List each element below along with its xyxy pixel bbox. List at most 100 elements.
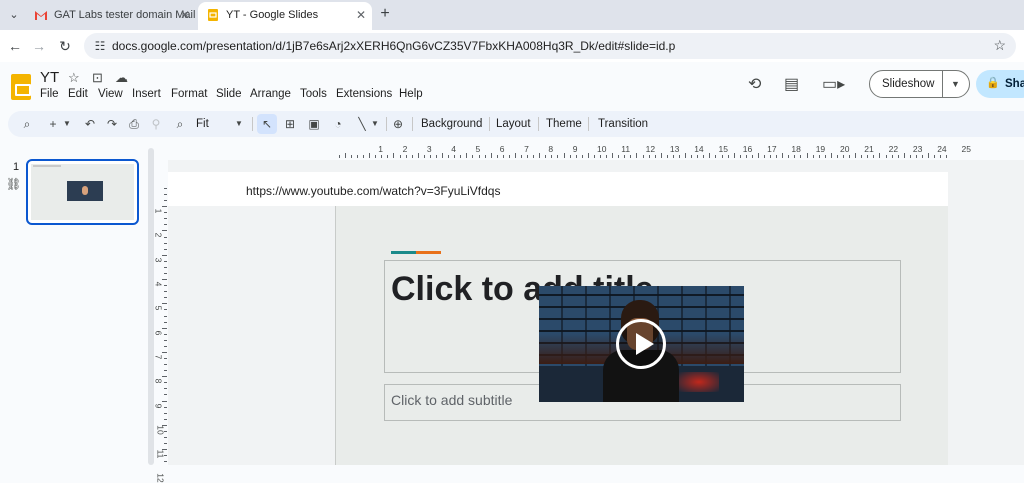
undo-icon[interactable]: ↶: [82, 111, 98, 137]
subtitle-placeholder-text: Click to add subtitle: [391, 392, 513, 408]
play-icon[interactable]: [616, 319, 666, 369]
menu-extensions[interactable]: Extensions: [336, 88, 392, 100]
chevron-down-icon[interactable]: ▼: [951, 71, 960, 97]
print-icon[interactable]: ⎙: [126, 111, 142, 137]
ruler-label: 11: [621, 144, 631, 154]
zoom-icon[interactable]: ⌕: [172, 111, 188, 137]
ruler-tick: [867, 155, 869, 158]
ruler-tick: [164, 194, 167, 195]
ruler-label: 4: [451, 144, 456, 154]
document-title[interactable]: YT: [40, 69, 59, 86]
ruler-tick: [164, 388, 167, 390]
slide-thumbnail[interactable]: [26, 159, 139, 225]
select-cursor-icon[interactable]: ↖: [257, 114, 277, 134]
meet-camera-icon[interactable]: ▭▸: [822, 74, 845, 94]
search-menus-icon[interactable]: ⌕: [18, 111, 36, 137]
cloud-status-icon[interactable]: ☁: [115, 70, 128, 86]
share-button[interactable]: 🔒 Sha: [976, 70, 1024, 98]
chevron-down-icon[interactable]: ▼: [370, 111, 380, 137]
ruler-tick: [405, 155, 407, 158]
paint-format-icon[interactable]: ⚲: [148, 111, 164, 137]
slide-number: 1: [13, 161, 20, 173]
bookmark-star-icon[interactable]: ☆: [993, 37, 1006, 54]
menu-arrange[interactable]: Arrange: [250, 88, 291, 100]
ruler-tick: [794, 155, 796, 158]
line-icon[interactable]: ╲: [354, 111, 370, 137]
new-slide-icon[interactable]: +: [44, 111, 62, 137]
star-icon[interactable]: ☆: [68, 70, 80, 86]
ruler-tick: [861, 155, 863, 158]
close-tab-icon[interactable]: ✕: [356, 2, 366, 28]
comment-add-icon[interactable]: ⊕: [390, 111, 406, 137]
ruler-label: 15: [718, 144, 728, 154]
transition-button[interactable]: Transition: [598, 111, 648, 137]
youtube-link[interactable]: https://www.youtube.com/watch?v=3FyuLiVf…: [246, 184, 500, 198]
shape-icon[interactable]: ◔: [330, 111, 346, 137]
thumbnail-video: [67, 181, 103, 201]
forward-icon[interactable]: →: [30, 37, 48, 55]
chevron-down-icon[interactable]: ▼: [62, 111, 72, 137]
ruler-tick: [164, 345, 167, 347]
menu-help[interactable]: Help: [399, 88, 423, 100]
comments-icon[interactable]: ▤: [784, 74, 799, 94]
ruler-tick: [164, 297, 167, 299]
vertical-ruler[interactable]: 1 2 3 4 5 6 7 8 9 10 11 12: [153, 184, 167, 483]
chevron-down-icon[interactable]: ▼: [234, 111, 244, 137]
ruler-tick: [678, 155, 680, 158]
menu-tools[interactable]: Tools: [300, 88, 327, 100]
browser-toolbar: ← → ↻ ☷ docs.google.com/presentation/d/1…: [0, 30, 1024, 62]
ruler-tick: [903, 153, 905, 158]
back-icon[interactable]: ←: [6, 37, 24, 55]
embedded-video[interactable]: [539, 286, 744, 402]
close-tab-icon[interactable]: ✕: [180, 2, 190, 28]
lock-icon: 🔒: [986, 77, 1000, 89]
url-text[interactable]: docs.google.com/presentation/d/1jB7e6sAr…: [112, 33, 675, 59]
slides-logo-icon[interactable]: [11, 74, 31, 100]
ruler-tick: [849, 155, 851, 158]
move-folder-icon[interactable]: ⊡: [92, 70, 103, 86]
ruler-tick: [757, 153, 759, 158]
editing-toolbar: ⌕ + ▼ ↶ ↷ ⎙ ⚲ ⌕ Fit ▼ ↖ ⊞ ▣ ◔ ╲ ▼ ⊕ Back…: [8, 111, 1024, 137]
divider: [942, 71, 943, 97]
tab-label: GAT Labs tester domain Mail: [54, 9, 196, 21]
ruler-tick: [569, 155, 571, 158]
ruler-tick: [800, 155, 802, 158]
redo-icon[interactable]: ↷: [104, 111, 120, 137]
text-box-icon[interactable]: ⊞: [282, 111, 298, 137]
site-info-icon[interactable]: ☷: [92, 38, 108, 54]
menu-file[interactable]: File: [40, 88, 59, 100]
zoom-select[interactable]: Fit: [196, 111, 209, 137]
ruler-label: 22: [888, 144, 899, 154]
ruler-tick: [496, 155, 498, 158]
ruler-tick: [164, 309, 167, 311]
horizontal-ruler[interactable]: 1 2 3 4 5 6 7 8 9 10 11 12 13 14 15 16 17 18 19 20 21 22 23 24 2…: [335, 144, 971, 158]
slideshow-button[interactable]: Slideshow ▼: [869, 70, 970, 98]
theme-button[interactable]: Theme: [546, 111, 582, 137]
ruler-tick: [162, 351, 167, 353]
ruler-label: 14: [694, 144, 704, 154]
reload-icon[interactable]: ↻: [56, 37, 74, 55]
menu-view[interactable]: View: [98, 88, 123, 100]
menu-slide[interactable]: Slide: [216, 88, 242, 100]
ruler-tick: [733, 153, 735, 158]
ruler-label: 9: [153, 403, 164, 408]
background-button[interactable]: Background: [421, 111, 482, 137]
insert-image-icon[interactable]: ▣: [306, 111, 322, 137]
new-tab-button[interactable]: +: [374, 3, 396, 25]
menu-edit[interactable]: Edit: [68, 88, 88, 100]
divider: [489, 117, 490, 131]
tab-gmail[interactable]: GAT Labs tester domain Mail ✕: [26, 2, 196, 30]
layout-button[interactable]: Layout: [496, 111, 531, 137]
tab-slides[interactable]: YT - Google Slides ✕: [198, 2, 372, 30]
version-history-icon[interactable]: ⟲: [748, 74, 761, 94]
ruler-tick: [164, 315, 167, 317]
ruler-tick: [162, 400, 167, 402]
menu-format[interactable]: Format: [171, 88, 207, 100]
address-bar[interactable]: ☷ docs.google.com/presentation/d/1jB7e6s…: [84, 33, 1016, 59]
menu-insert[interactable]: Insert: [132, 88, 161, 100]
tab-search-chevron-icon[interactable]: ⌄: [6, 7, 22, 23]
linked-object-icon[interactable]: ⛓: [6, 177, 21, 191]
divider: [538, 117, 539, 131]
ruler-tick: [164, 285, 167, 287]
ruler-tick: [715, 155, 717, 158]
